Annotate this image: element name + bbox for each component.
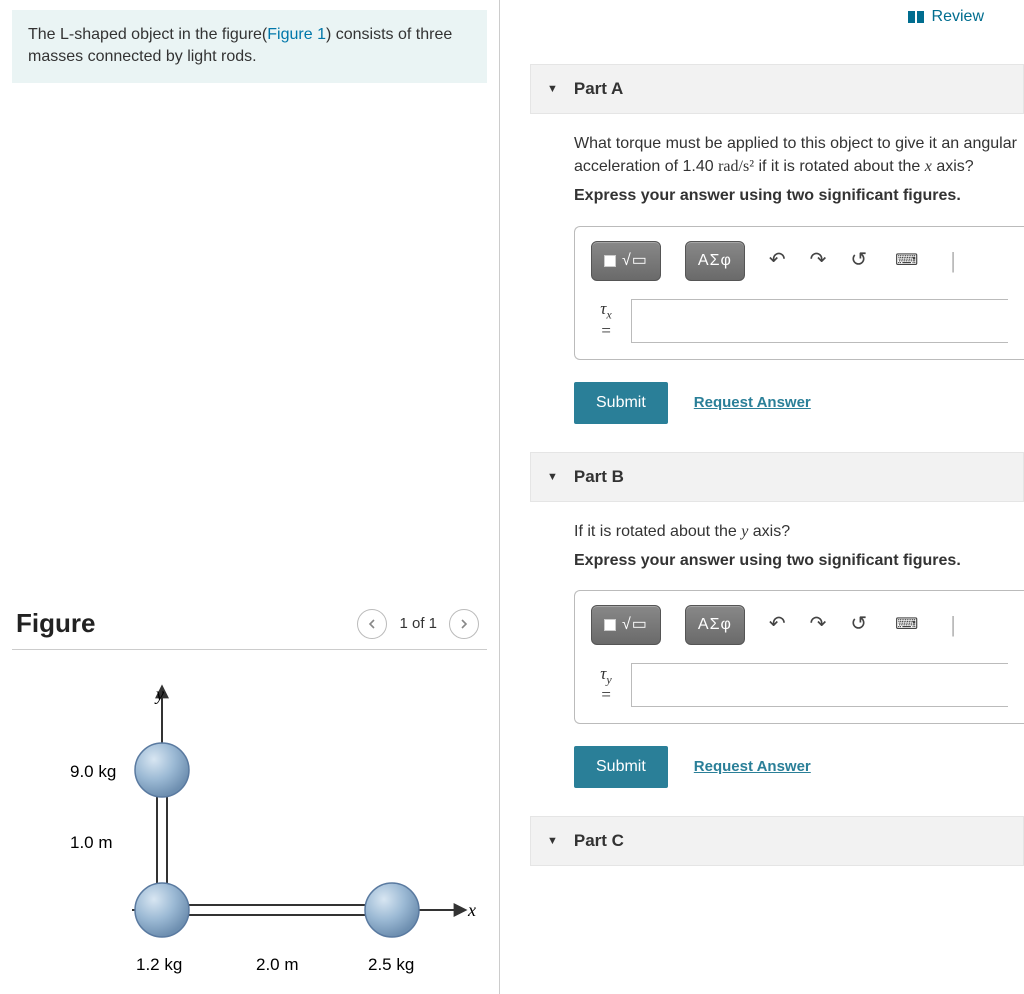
keyboard-icon[interactable]: ⌨ [891, 611, 922, 638]
part-b-submit-button[interactable]: Submit [574, 746, 668, 788]
part-a-answer-box: √▭ ΑΣφ ↶ ↷ ↺ ⌨ | τx= [574, 226, 1024, 360]
undo-icon[interactable]: ↶ [769, 246, 786, 275]
part-b-instruction: Express your answer using two significan… [574, 549, 1024, 572]
part-c-title: Part C [574, 831, 624, 851]
figure-prev-button[interactable] [357, 609, 387, 639]
greek-button[interactable]: ΑΣφ [685, 241, 745, 281]
chevron-left-icon [367, 619, 377, 629]
part-b-answer-input[interactable] [631, 663, 1008, 707]
mass-right-label: 2.5 kg [368, 955, 414, 974]
redo-icon[interactable]: ↷ [810, 246, 827, 275]
part-b-header[interactable]: ▼ Part B [530, 452, 1024, 502]
review-link[interactable]: Review [500, 0, 1024, 46]
len-vert-label: 1.0 m [70, 833, 113, 852]
figure-link[interactable]: Figure 1 [267, 26, 326, 43]
len-horiz-label: 2.0 m [256, 955, 299, 974]
part-c-header[interactable]: ▼ Part C [530, 816, 1024, 866]
part-a-variable: τx= [591, 300, 621, 340]
keyboard-icon[interactable]: ⌨ [891, 247, 922, 274]
figure-pager: 1 of 1 [399, 615, 437, 632]
part-a-submit-button[interactable]: Submit [574, 382, 668, 424]
part-b-answer-box: √▭ ΑΣφ ↶ ↷ ↺ ⌨ | τy= [574, 590, 1024, 724]
part-a-instruction: Express your answer using two significan… [574, 184, 1024, 207]
chevron-right-icon [459, 619, 469, 629]
reset-icon[interactable]: ↺ [850, 610, 867, 639]
part-a-question: What torque must be applied to this obje… [574, 132, 1024, 178]
undo-icon[interactable]: ↶ [769, 610, 786, 639]
part-a-answer-input[interactable] [631, 299, 1008, 343]
chevron-down-icon: ▼ [547, 83, 558, 95]
part-b-question: If it is rotated about the y axis? [574, 520, 1024, 543]
chevron-down-icon: ▼ [547, 471, 558, 483]
answer-toolbar: √▭ ΑΣφ ↶ ↷ ↺ ⌨ | [591, 241, 1008, 281]
figure-title: Figure [16, 608, 353, 639]
mass-top-label: 9.0 kg [70, 762, 116, 781]
y-axis-label: y [154, 684, 164, 704]
redo-icon[interactable]: ↷ [810, 610, 827, 639]
templates-button[interactable]: √▭ [591, 605, 661, 645]
book-icon [908, 11, 926, 23]
part-b-variable: τy= [591, 665, 621, 705]
figure-diagram: y x [12, 650, 487, 994]
mass-origin-label: 1.2 kg [136, 955, 182, 974]
review-label: Review [932, 8, 984, 26]
part-b-request-answer[interactable]: Request Answer [694, 758, 811, 775]
part-b-title: Part B [574, 467, 624, 487]
problem-statement: The L-shaped object in the figure(Figure… [12, 10, 487, 83]
x-axis-label: x [467, 900, 476, 920]
answer-toolbar: √▭ ΑΣφ ↶ ↷ ↺ ⌨ | [591, 605, 1008, 645]
figure-section: Figure 1 of 1 [12, 599, 487, 994]
part-a-request-answer[interactable]: Request Answer [694, 394, 811, 411]
part-a-title: Part A [574, 79, 623, 99]
chevron-down-icon: ▼ [547, 835, 558, 847]
templates-button[interactable]: √▭ [591, 241, 661, 281]
part-a-header[interactable]: ▼ Part A [530, 64, 1024, 114]
figure-next-button[interactable] [449, 609, 479, 639]
reset-icon[interactable]: ↺ [850, 246, 867, 275]
problem-text-pre: The L-shaped object in the figure( [28, 26, 267, 43]
greek-button[interactable]: ΑΣφ [685, 605, 745, 645]
